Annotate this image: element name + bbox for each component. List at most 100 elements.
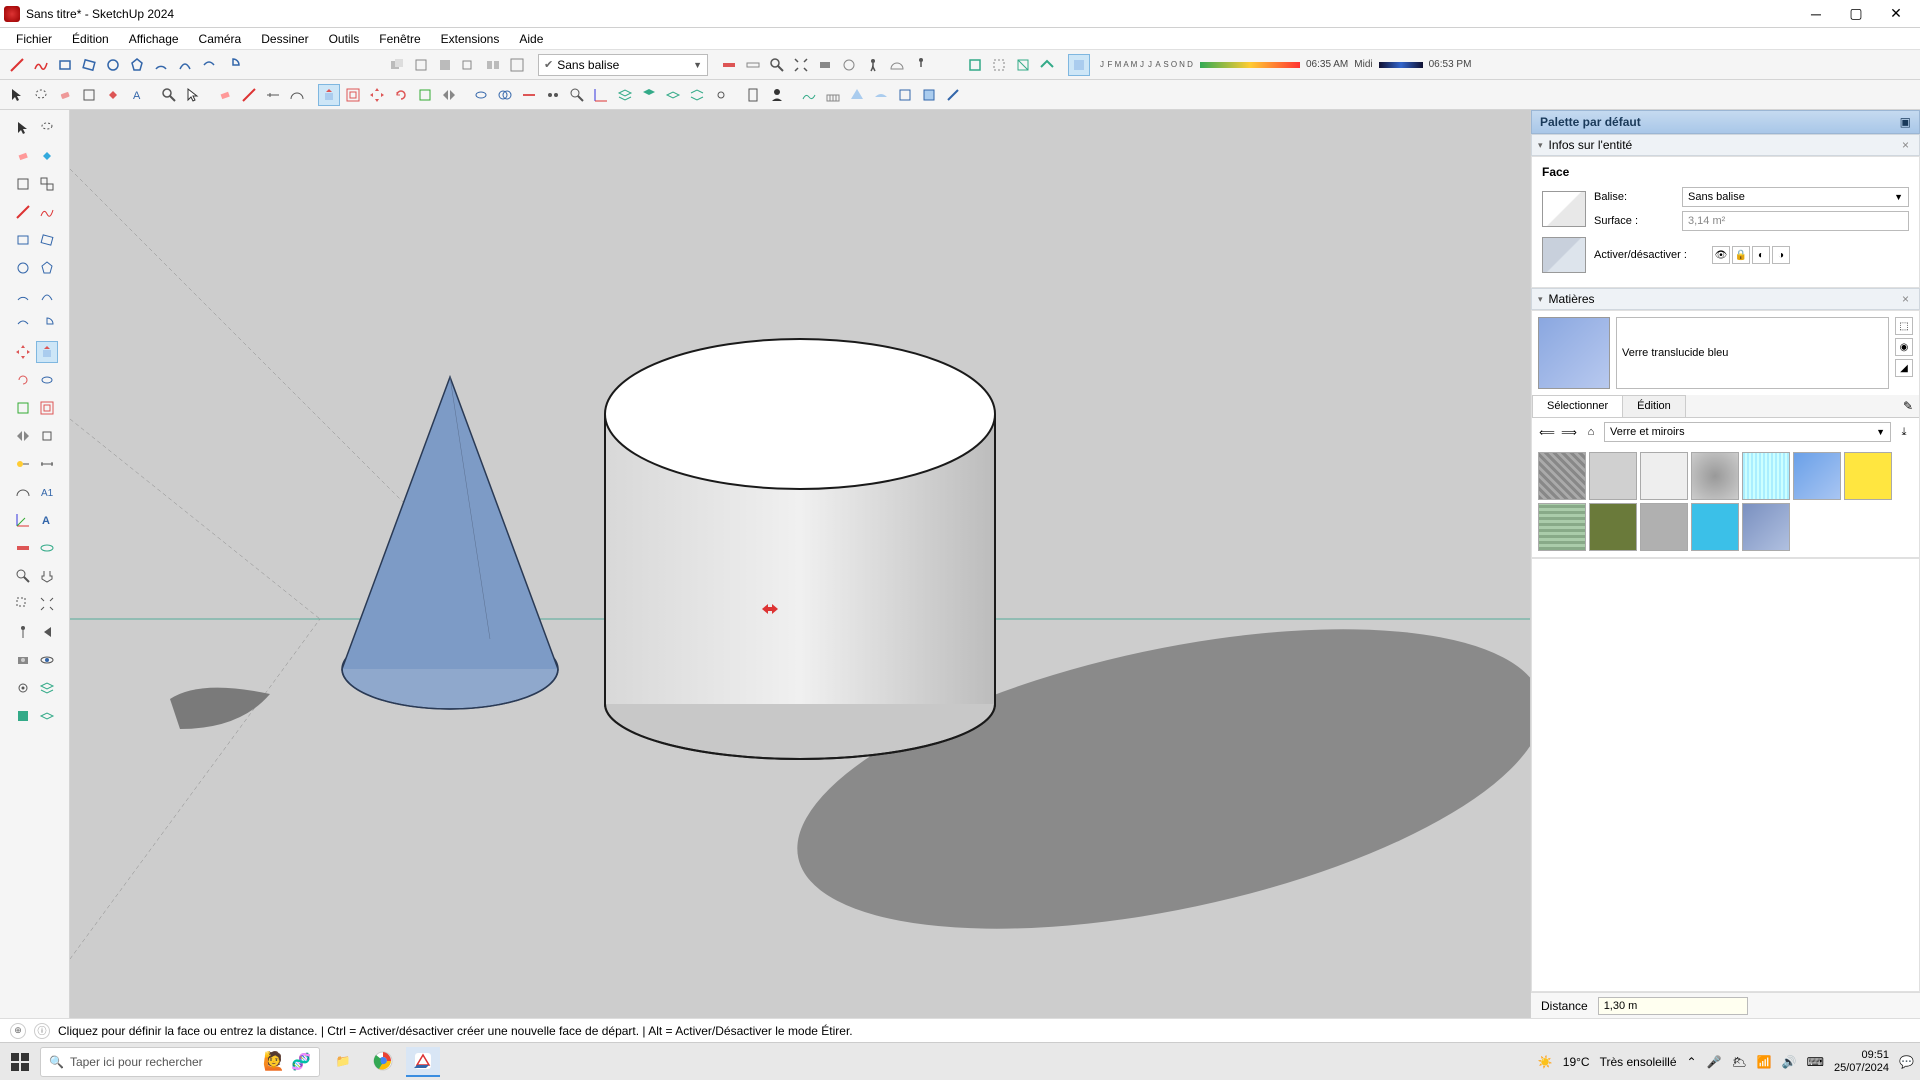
freehand-icon[interactable] (36, 201, 58, 223)
person-icon[interactable] (766, 84, 788, 106)
minimize-button[interactable]: ─ (1796, 2, 1836, 26)
lasso-icon[interactable] (36, 117, 58, 139)
lasso-tool-icon[interactable] (30, 84, 52, 106)
material-thumb[interactable] (1640, 452, 1688, 500)
zoom2-icon[interactable] (12, 565, 34, 587)
sandbox3-icon[interactable] (846, 84, 868, 106)
axes-icon[interactable] (590, 84, 612, 106)
freehand-tool-icon[interactable] (30, 54, 52, 76)
weather-icon[interactable]: ☀️ (1538, 1055, 1553, 1069)
extrude-icon[interactable] (36, 425, 58, 447)
xray-icon[interactable] (964, 54, 986, 76)
sandbox6-icon[interactable] (918, 84, 940, 106)
solid-trim-icon[interactable] (458, 54, 480, 76)
tray-pin-icon[interactable]: ▣ (1900, 115, 1911, 129)
eraser-tool-icon[interactable] (54, 84, 76, 106)
circle-tool-icon[interactable] (102, 54, 124, 76)
tray-lang-icon[interactable]: ⌨ (1807, 1055, 1824, 1069)
find-icon[interactable] (566, 84, 588, 106)
line-icon[interactable] (12, 201, 34, 223)
current-material-swatch[interactable] (1538, 317, 1610, 389)
material-thumb[interactable] (1844, 452, 1892, 500)
materials-tab-edit[interactable]: Édition (1622, 395, 1686, 417)
solid-split-icon[interactable] (482, 54, 504, 76)
weather-desc[interactable]: Très ensoleillé (1600, 1055, 1677, 1069)
close-button[interactable]: ✕ (1876, 2, 1916, 26)
select-tool-icon[interactable] (6, 84, 28, 106)
scale-tool-icon[interactable] (414, 84, 436, 106)
menu-view[interactable]: Affichage (121, 30, 187, 48)
hidden-line-icon[interactable] (1036, 54, 1058, 76)
shaded-icon[interactable] (1068, 54, 1090, 76)
sandbox7-icon[interactable] (942, 84, 964, 106)
start-button[interactable] (6, 1048, 34, 1076)
protractor-icon[interactable] (286, 84, 308, 106)
arc-tool-icon[interactable] (150, 54, 172, 76)
menu-tools[interactable]: Outils (321, 30, 368, 48)
weld-icon[interactable] (542, 84, 564, 106)
ext2-icon[interactable] (36, 705, 58, 727)
info-icon[interactable]: ⓘ (34, 1023, 50, 1039)
move-icon[interactable] (12, 341, 34, 363)
flip-tool-icon[interactable] (438, 84, 460, 106)
look-icon[interactable] (36, 649, 58, 671)
pan-icon[interactable] (36, 565, 58, 587)
offset-icon[interactable] (36, 397, 58, 419)
line-tool-icon[interactable] (6, 54, 28, 76)
camera-icon[interactable] (12, 649, 34, 671)
maximize-button[interactable]: ▢ (1836, 2, 1876, 26)
taskbar-search[interactable]: 🔍 Taper ici pour rechercher 🙋 🧬 (40, 1047, 320, 1077)
layers2-icon[interactable] (638, 84, 660, 106)
solid-intersect-icon[interactable] (410, 54, 432, 76)
layers3-icon[interactable] (662, 84, 684, 106)
zoomwin-icon[interactable] (12, 593, 34, 615)
mat-menu-icon[interactable]: ⤓ (1895, 423, 1913, 441)
menu-file[interactable]: Fichier (8, 30, 60, 48)
eraser-icon[interactable] (12, 145, 34, 167)
tray-wifi-icon[interactable]: 📶 (1757, 1055, 1772, 1069)
sandbox1-icon[interactable] (798, 84, 820, 106)
3point-arc-tool-icon[interactable] (198, 54, 220, 76)
rect-icon[interactable] (12, 229, 34, 251)
edge-style-icon[interactable] (238, 84, 260, 106)
menu-draw[interactable]: Dessiner (253, 30, 316, 48)
wireframe-icon[interactable] (1012, 54, 1034, 76)
layers-icon[interactable] (614, 84, 636, 106)
axes-tool-icon[interactable] (12, 509, 34, 531)
materials-header[interactable]: ▾ Matières × (1531, 288, 1920, 310)
material-thumb[interactable] (1742, 452, 1790, 500)
toggle-lock-icon[interactable]: 🔒 (1732, 246, 1750, 264)
materials-tab-select[interactable]: Sélectionner (1532, 395, 1623, 417)
tag-value-select[interactable]: Sans balise▼ (1682, 187, 1909, 207)
tray-mic-icon[interactable]: 🎤 (1707, 1055, 1722, 1069)
settings-icon[interactable] (710, 84, 732, 106)
layers4-icon[interactable] (686, 84, 708, 106)
tray-volume-icon[interactable]: 🔊 (1782, 1055, 1797, 1069)
orbit-icon[interactable] (36, 537, 58, 559)
zoom-tool-icon[interactable] (766, 54, 788, 76)
zoom-icon[interactable] (158, 84, 180, 106)
rrect-icon[interactable] (36, 229, 58, 251)
time-slider[interactable] (1379, 62, 1423, 68)
rotate-icon[interactable] (12, 369, 34, 391)
follow-me-icon[interactable] (470, 84, 492, 106)
weather-temp[interactable]: 19°C (1563, 1055, 1590, 1069)
gear-icon[interactable] (12, 677, 34, 699)
sandbox2-icon[interactable] (822, 84, 844, 106)
vcb-value[interactable]: 1,30 m (1598, 997, 1748, 1015)
menu-edit[interactable]: Édition (64, 30, 117, 48)
circ-icon[interactable] (12, 257, 34, 279)
tray-cloud-icon[interactable]: 🌥 (1732, 1055, 1747, 1069)
walk-person-icon[interactable] (910, 54, 932, 76)
sandbox5-icon[interactable] (894, 84, 916, 106)
taskbar-clock[interactable]: 09:51 25/07/2024 (1834, 1049, 1889, 1073)
material-thumb[interactable] (1538, 452, 1586, 500)
materials-close[interactable]: × (1898, 292, 1913, 306)
sandbox4-icon[interactable] (870, 84, 892, 106)
doc-icon[interactable] (742, 84, 764, 106)
mat-fwd-icon[interactable]: ⟹ (1560, 423, 1578, 441)
tray-up-icon[interactable]: ⌃ (1687, 1055, 1697, 1069)
material-thumb[interactable] (1538, 503, 1586, 551)
material-thumb[interactable] (1742, 503, 1790, 551)
mat-home-icon[interactable]: ⌂ (1582, 423, 1600, 441)
